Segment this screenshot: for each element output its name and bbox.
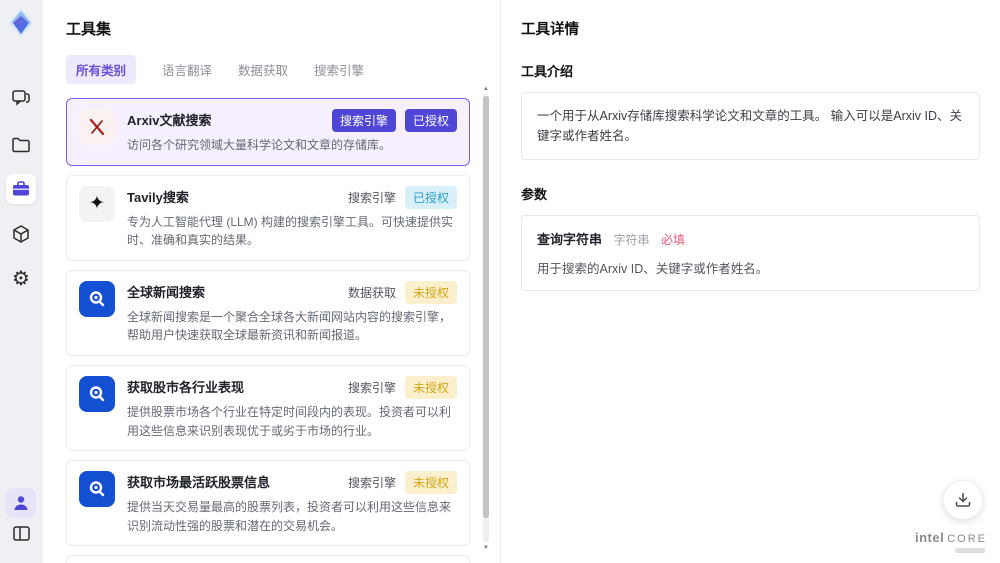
news-search-icon bbox=[79, 280, 115, 317]
auth-status-badge: 未授权 bbox=[404, 471, 457, 495]
app-logo bbox=[8, 8, 35, 43]
category-tabs: 所有类别 语言翻译 数据获取 搜索引擎 bbox=[66, 55, 470, 84]
download-button[interactable] bbox=[943, 480, 983, 520]
tool-card-arxiv[interactable]: Arxiv文献搜索 搜索引擎 已授权 访问各个研究领域大量科学论文和文章的存储库… bbox=[66, 98, 470, 166]
auth-status-badge: 已授权 bbox=[404, 185, 457, 209]
tool-card-active-stocks[interactable]: 获取市场最活跃股票信息 搜索引擎 未授权 提供当天交易量最高的股票列表，投资者可… bbox=[66, 460, 470, 547]
tavily-star-icon: ✦ bbox=[79, 185, 115, 222]
tool-card-tavily[interactable]: ✦ Tavily搜索 搜索引擎 已授权 专为人工智能代理 (LLM) 构建的搜索… bbox=[66, 174, 470, 261]
panel-toggle-icon[interactable] bbox=[6, 518, 36, 548]
tool-details-panel: 工具详情 工具介绍 一个用于从Arxiv存储库搜索科学论文和文章的工具。 输入可… bbox=[500, 0, 1000, 563]
tab-search-engine[interactable]: 搜索引擎 bbox=[314, 55, 364, 84]
scroll-down-icon[interactable]: ▼ bbox=[482, 545, 490, 551]
tool-card-global-news[interactable]: 全球新闻搜索 数据获取 未授权 全球新闻搜索是一个聚合全球各大新闻网站内容的搜索… bbox=[66, 269, 470, 356]
category-label: 搜索引擎 bbox=[347, 476, 396, 491]
tool-description: 访问各个研究领域大量科学论文和文章的存储库。 bbox=[127, 138, 392, 152]
arxiv-icon bbox=[79, 109, 115, 145]
left-rail: ⚙ bbox=[0, 0, 42, 563]
intel-core-logo: intel CORE bbox=[915, 530, 987, 553]
category-label: 搜索引擎 bbox=[347, 380, 396, 395]
parameter-item: 查询字符串 字符串 必填 用于搜索的Arxiv ID、关键字或作者姓名。 bbox=[521, 215, 980, 291]
briefcase-icon[interactable] bbox=[6, 174, 36, 204]
tool-description: 提供股票市场各个行业在特定时间段内的表现。投资者可以利用这些信息来识别表现优于或… bbox=[127, 404, 452, 438]
param-description: 用于搜索的Arxiv ID、关键字或作者姓名。 bbox=[537, 262, 769, 276]
category-badge: 搜索引擎 bbox=[331, 109, 396, 132]
param-name: 查询字符串 bbox=[537, 232, 603, 247]
user-icon[interactable] bbox=[6, 488, 36, 518]
tool-description: 专为人工智能代理 (LLM) 构建的搜索引擎工具。可快速提供实时、准确和真实的结… bbox=[127, 214, 454, 248]
tool-intro-text: 一个用于从Arxiv存储库搜索科学论文和文章的工具。 输入可以是Arxiv ID… bbox=[521, 92, 980, 160]
category-label: 搜索引擎 bbox=[347, 190, 396, 205]
intel-logo-bar bbox=[955, 548, 985, 553]
category-label: 数据获取 bbox=[347, 285, 396, 300]
auth-status-badge: 已授权 bbox=[404, 109, 457, 132]
tool-title: 获取股市各行业表现 bbox=[127, 379, 245, 395]
gear-icon[interactable]: ⚙ bbox=[6, 264, 36, 294]
tool-title: Tavily搜索 bbox=[127, 189, 189, 205]
auth-status-badge: 未授权 bbox=[404, 280, 457, 304]
chat-icon[interactable] bbox=[6, 82, 36, 112]
stock-sector-icon bbox=[79, 375, 115, 412]
auth-status-badge: 未授权 bbox=[404, 375, 457, 399]
active-stock-icon bbox=[79, 471, 115, 508]
scrollbar-track[interactable] bbox=[483, 94, 489, 543]
scroll-up-icon[interactable]: ▲ bbox=[482, 86, 490, 92]
cube-icon[interactable] bbox=[6, 219, 36, 249]
params-heading: 参数 bbox=[521, 187, 548, 202]
param-type: 字符串 bbox=[613, 233, 650, 247]
tool-title: 全球新闻搜索 bbox=[127, 284, 206, 300]
details-title: 工具详情 bbox=[521, 22, 579, 38]
tool-description: 全球新闻搜索是一个聚合全球各大新闻网站内容的搜索引擎，帮助用户快速获取全球最新资… bbox=[127, 309, 452, 343]
tool-card-regional-news[interactable]: 万维地区新闻查询 搜索引擎 未授权 查询具体行政区划内的新闻，快速了解各地新闻动 bbox=[66, 555, 470, 563]
tab-all-categories[interactable]: 所有类别 bbox=[66, 55, 137, 84]
tool-title: 获取市场最活跃股票信息 bbox=[127, 475, 271, 491]
tool-description: 提供当天交易量最高的股票列表，投资者可以利用这些信息来识别流动性强的股票和潜在的… bbox=[127, 500, 452, 533]
scrollbar-thumb[interactable] bbox=[483, 96, 489, 519]
list-scrollbar[interactable]: ▲ ▼ bbox=[482, 86, 490, 551]
param-required-badge: 必填 bbox=[660, 233, 685, 247]
download-icon bbox=[955, 492, 971, 507]
tool-title: Arxiv文献搜索 bbox=[127, 113, 212, 128]
tab-language-translation[interactable]: 语言翻译 bbox=[162, 55, 212, 84]
folder-icon[interactable] bbox=[6, 130, 36, 160]
tab-data-acquisition[interactable]: 数据获取 bbox=[238, 55, 288, 84]
tools-panel: 工具集 所有类别 语言翻译 数据获取 搜索引擎 Arxiv文献搜索 搜索引擎 已… bbox=[42, 0, 500, 563]
page-title: 工具集 bbox=[66, 21, 112, 38]
tool-card-stock-sector[interactable]: 获取股市各行业表现 搜索引擎 未授权 提供股票市场各个行业在特定时间段内的表现。… bbox=[66, 364, 470, 452]
intro-heading: 工具介绍 bbox=[521, 64, 574, 79]
